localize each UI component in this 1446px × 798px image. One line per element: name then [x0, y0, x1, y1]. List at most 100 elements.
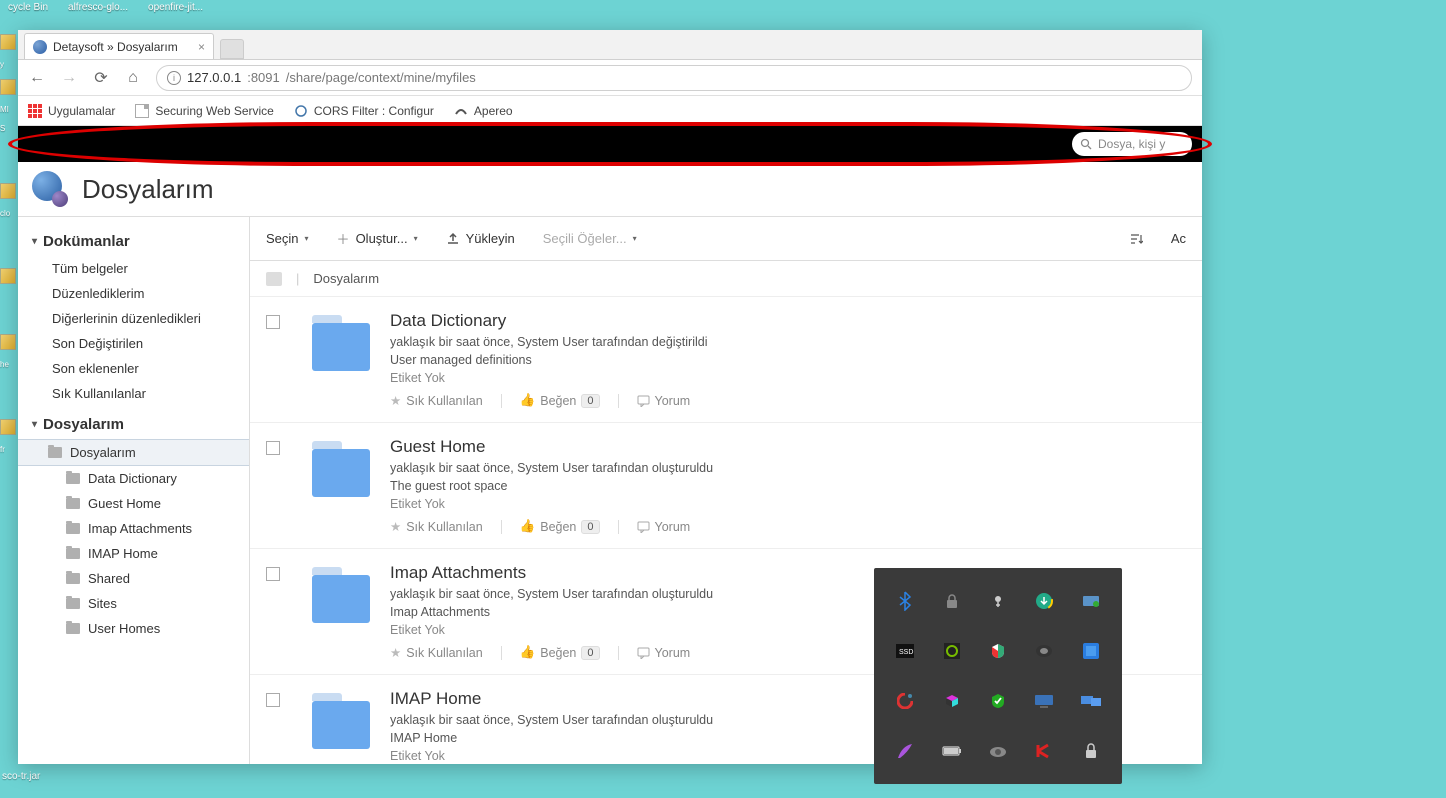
desktop-icon[interactable]: cycle Bin — [8, 2, 48, 13]
taskbar-item[interactable]: sco-tr.jar — [2, 771, 40, 782]
comment-button[interactable]: Yorum — [637, 646, 691, 660]
site-info-icon[interactable]: i — [167, 71, 181, 85]
file-actions: ★Sık Kullanılan 👍Beğen0 Yorum — [390, 519, 1186, 534]
back-button[interactable]: ← — [28, 69, 46, 87]
svg-text:SSD: SSD — [899, 649, 913, 656]
edge-icon[interactable] — [0, 419, 16, 435]
ssd-icon[interactable]: SSD — [886, 630, 924, 672]
sidebar-link[interactable]: Düzenlediklerim — [18, 281, 249, 306]
folder-thumbnail-icon[interactable] — [298, 567, 372, 623]
bookmark-item[interactable]: Securing Web Service — [135, 104, 274, 118]
sidebar-link[interactable]: Sık Kullanılanlar — [18, 381, 249, 406]
url-host: 127.0.0.1 — [187, 70, 241, 85]
sidebar-section-header[interactable]: Dokümanlar — [18, 223, 249, 256]
create-button[interactable]: ＋Oluştur...▾ — [337, 229, 418, 248]
comment-button[interactable]: Yorum — [637, 394, 691, 408]
reload-button[interactable]: ⟳ — [92, 69, 110, 87]
folder-thumbnail-icon[interactable] — [298, 693, 372, 749]
file-name[interactable]: Data Dictionary — [390, 311, 1186, 331]
sidebar-folder[interactable]: Imap Attachments — [18, 516, 249, 541]
nvidia-icon[interactable] — [932, 630, 970, 672]
folder-icon — [48, 447, 62, 458]
checkbox[interactable] — [266, 315, 280, 329]
favorite-button[interactable]: ★Sık Kullanılan — [390, 645, 483, 660]
security-icon[interactable] — [979, 680, 1017, 722]
feather-icon[interactable] — [886, 730, 924, 772]
sidebar-folder[interactable]: Data Dictionary — [18, 466, 249, 491]
sidebar-folder[interactable]: IMAP Home — [18, 541, 249, 566]
desktop-icon[interactable]: openfire-jit... — [148, 2, 203, 13]
breadcrumb-up-icon[interactable] — [266, 272, 282, 286]
lock2-icon[interactable] — [1072, 730, 1110, 772]
sidebar-folder[interactable]: User Homes — [18, 616, 249, 641]
file-name[interactable]: Guest Home — [390, 437, 1186, 457]
audio-icon[interactable] — [1025, 630, 1063, 672]
edge-icon[interactable] — [0, 79, 16, 95]
divider — [618, 394, 619, 408]
app-icon-blue[interactable] — [1072, 630, 1110, 672]
url-input[interactable]: i 127.0.0.1:8091/share/page/context/mine… — [156, 65, 1192, 91]
sidebar-folder[interactable]: Guest Home — [18, 491, 249, 516]
cloud-icon[interactable] — [979, 730, 1017, 772]
home-button[interactable]: ⌂ — [124, 69, 142, 87]
bookmark-label: CORS Filter : Configur — [314, 104, 434, 118]
apps-button[interactable]: Uygulamalar — [28, 104, 115, 118]
new-tab-button[interactable] — [220, 39, 244, 59]
checkbox[interactable] — [266, 441, 280, 455]
toolbar-right[interactable]: Ac — [1171, 231, 1186, 246]
bookmark-item[interactable]: CORS Filter : Configur — [294, 104, 434, 118]
search-input[interactable]: Dosya, kişi y — [1072, 132, 1192, 156]
like-button[interactable]: 👍Beğen0 — [520, 645, 600, 660]
bluetooth-icon[interactable] — [886, 580, 924, 622]
sort-button[interactable] — [1129, 232, 1143, 246]
checkbox[interactable] — [266, 693, 280, 707]
download-manager-icon[interactable] — [1025, 580, 1063, 622]
comment-icon — [637, 395, 650, 407]
desktop-icon[interactable]: alfresco-glo... — [68, 2, 128, 13]
network-icon[interactable] — [1072, 580, 1110, 622]
file-row: Data Dictionary yaklaşık bir saat önce, … — [250, 297, 1202, 423]
display-icon[interactable] — [1025, 680, 1063, 722]
sidebar-link[interactable]: Diğerlerinin düzenledikleri — [18, 306, 249, 331]
bookmark-item[interactable]: Apereo — [454, 104, 513, 118]
forward-button[interactable]: → — [60, 69, 78, 87]
folder-thumbnail-icon[interactable] — [298, 315, 372, 371]
select-button[interactable]: Seçin▾ — [266, 231, 309, 246]
file-modified: yaklaşık bir saat önce, System User tara… — [390, 461, 1186, 475]
monitors-icon[interactable] — [1072, 680, 1110, 722]
upload-button[interactable]: Yükleyin — [446, 231, 515, 246]
cube-icon[interactable] — [932, 680, 970, 722]
sidebar-link[interactable]: Son eklenenler — [18, 356, 249, 381]
battery-icon[interactable] — [932, 730, 970, 772]
browser-tab[interactable]: Detaysoft » Dosyalarım × — [24, 33, 214, 59]
defender-icon[interactable] — [979, 630, 1017, 672]
edge-icon[interactable] — [0, 268, 16, 284]
checkbox[interactable] — [266, 567, 280, 581]
like-button[interactable]: 👍Beğen0 — [520, 519, 600, 534]
sidebar-folder[interactable]: Shared — [18, 566, 249, 591]
sidebar-link[interactable]: Tüm belgeler — [18, 256, 249, 281]
folder-label: Imap Attachments — [88, 521, 192, 536]
folder-thumbnail-icon[interactable] — [298, 441, 372, 497]
settings-icon[interactable] — [979, 580, 1017, 622]
breadcrumb-current[interactable]: Dosyalarım — [313, 271, 379, 286]
sidebar-folder[interactable]: Sites — [18, 591, 249, 616]
edge-icon[interactable] — [0, 34, 16, 50]
annotation-ellipse — [8, 122, 1212, 166]
comment-button[interactable]: Yorum — [637, 520, 691, 534]
sidebar-section-header[interactable]: Dosyalarım — [18, 406, 249, 439]
like-button[interactable]: 👍Beğen0 — [520, 393, 600, 408]
file-row: Guest Home yaklaşık bir saat önce, Syste… — [250, 423, 1202, 549]
bookmark-label: Uygulamalar — [48, 104, 115, 118]
favorite-button[interactable]: ★Sık Kullanılan — [390, 393, 483, 408]
sidebar-link[interactable]: Son Değiştirilen — [18, 331, 249, 356]
selected-items-button[interactable]: Seçili Öğeler...▾ — [543, 231, 637, 246]
kaspersky-icon[interactable] — [1025, 730, 1063, 772]
sidebar-folder-root[interactable]: Dosyalarım — [18, 439, 249, 466]
close-tab-icon[interactable]: × — [198, 40, 205, 54]
edge-icon[interactable] — [0, 183, 16, 199]
favorite-button[interactable]: ★Sık Kullanılan — [390, 519, 483, 534]
edge-icon[interactable] — [0, 334, 16, 350]
ccleaner-icon[interactable] — [886, 680, 924, 722]
lock-icon[interactable] — [932, 580, 970, 622]
